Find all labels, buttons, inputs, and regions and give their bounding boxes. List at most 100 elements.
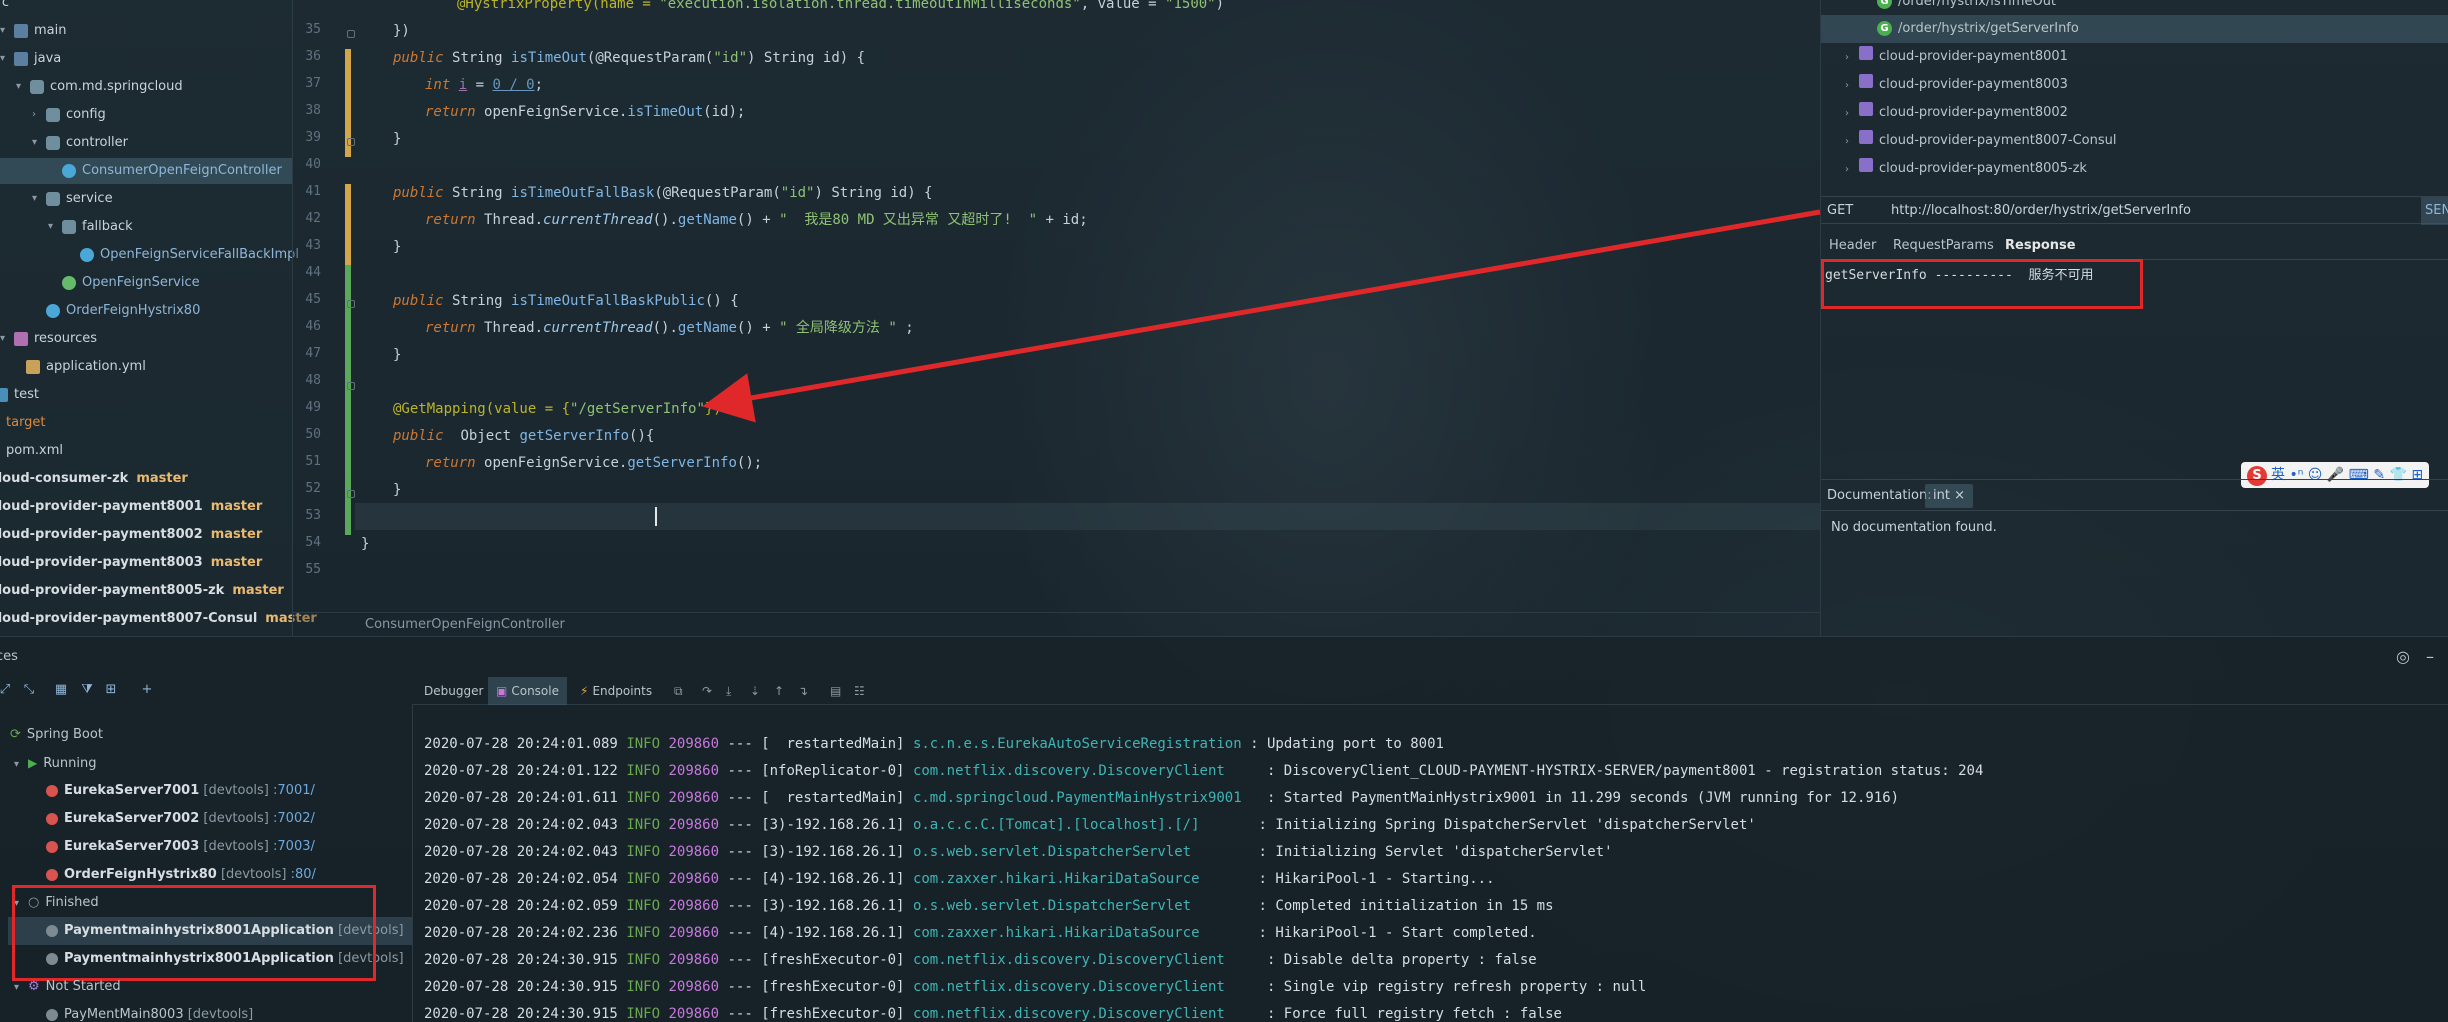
tree-item-pom[interactable]: pom.xml <box>0 438 63 464</box>
tab-header[interactable]: Header <box>1829 232 1876 260</box>
code-line-39: return openFeignService.isTimeOut(id); <box>425 104 746 120</box>
service-item-not-started[interactable]: PayMentMain8003 [devtools] <box>46 1001 253 1022</box>
step-out-icon[interactable]: ↑ <box>774 677 784 705</box>
fold-icon[interactable] <box>347 382 355 390</box>
tree-item-fallback-impl[interactable]: OpenFeignServiceFallBackImpl <box>80 242 299 268</box>
breadcrumb[interactable]: ConsumerOpenFeignController <box>293 612 1821 636</box>
group-running[interactable]: ▾ ▶ Running <box>14 749 97 777</box>
collapse-all-icon[interactable]: ⤡ <box>22 683 36 697</box>
tree-module[interactable]: cloud-provider-payment8003 master <box>0 550 262 576</box>
chevron-right-icon: › <box>1845 52 1849 63</box>
tab-debugger[interactable]: Debugger <box>424 677 483 705</box>
minimize-icon[interactable]: – <box>2426 637 2434 677</box>
tree-item-src[interactable]: src <box>0 0 9 16</box>
fold-icon[interactable] <box>347 30 355 38</box>
tab-endpoints[interactable]: ⚡ Endpoints <box>580 677 652 705</box>
send-button[interactable]: SEN <box>2421 197 2448 225</box>
http-module-item[interactable]: › cloud-provider-payment8002 <box>1821 99 2448 127</box>
tree-item-controller[interactable]: ▾ controller <box>32 130 128 156</box>
tab-response[interactable]: Response <box>2005 232 2076 260</box>
debug-bug-icon <box>46 840 58 853</box>
git-branch: master <box>232 583 284 598</box>
http-client-panel: G/order/hystrix/isTimeOut G/order/hystri… <box>1820 0 2448 636</box>
http-module-item[interactable]: › cloud-provider-payment8005-zk <box>1821 155 2448 183</box>
line-number: 49 <box>305 400 321 415</box>
line-number: 55 <box>305 562 321 577</box>
endpoint-item-selected[interactable]: G/order/hystrix/getServerInfo <box>1821 15 2448 43</box>
panel-divider[interactable] <box>412 705 413 1022</box>
console-tabs: Debugger ▣ Console ⚡ Endpoints ⧉ ↷ ⤓ ⇣ ↑ ↴… <box>412 677 2448 705</box>
code-line-48: } <box>393 347 402 363</box>
tab-console[interactable]: ▣ Console <box>488 677 567 705</box>
url-input[interactable]: http://localhost:80/order/hystrix/getSer… <box>1891 197 2191 225</box>
line-number: 42 <box>305 211 321 226</box>
fold-icon[interactable] <box>347 138 355 146</box>
services-root[interactable]: ⟳ Spring Boot <box>10 721 103 749</box>
group-not-started[interactable]: ▾ ⚙ Not Started <box>14 973 121 1001</box>
close-icon[interactable]: × <box>1954 488 1965 503</box>
step-into-icon[interactable]: ⤓ <box>726 677 731 705</box>
tree-item-java[interactable]: ▾ java <box>0 46 61 72</box>
endpoint-item[interactable]: G/order/hystrix/isTimeOut <box>1821 0 2448 16</box>
log-line: 2020-07-28 20:24:02.059 INFO 209860 --- … <box>424 898 1554 914</box>
tree-item-main-class[interactable]: OrderFeignHystrix80 <box>46 298 200 324</box>
code-editor[interactable]: 35 36 37 38 39 40 41 42 43 44 45 46 47 4… <box>292 0 1821 636</box>
add-service-icon[interactable]: + <box>140 683 154 697</box>
http-module-item[interactable]: › cloud-provider-payment8001 <box>1821 43 2448 71</box>
settings-icon[interactable]: ◎ <box>2396 637 2410 677</box>
tree-module[interactable]: cloud-provider-payment8001 master <box>0 494 262 520</box>
http-module-item[interactable]: › cloud-provider-payment8003 <box>1821 71 2448 99</box>
expand-all-icon[interactable]: ⤢ <box>0 683 12 697</box>
tree-module[interactable]: cloud-provider-payment8002 master <box>0 522 262 548</box>
group-by-icon[interactable]: ▦ <box>54 683 68 697</box>
tree-item-application-yml[interactable]: application.yml <box>26 354 146 380</box>
code-line-47: return Thread.currentThread().getName() … <box>425 320 914 336</box>
force-step-into-icon[interactable]: ⇣ <box>750 677 760 705</box>
http-module-item[interactable]: › cloud-provider-payment8007-Consul <box>1821 127 2448 155</box>
documentation-body: No documentation found. <box>1831 520 1997 535</box>
service-item[interactable]: EurekaServer7001 [devtools] :7001/ <box>46 777 315 805</box>
evaluate-icon[interactable]: ▤ <box>830 677 841 705</box>
documentation-tab[interactable]: int × <box>1925 484 1973 508</box>
tree-item-main[interactable]: ▾ main <box>0 18 66 44</box>
code-line-36: }) <box>393 23 410 39</box>
tab-request-params[interactable]: RequestParams <box>1893 232 1994 260</box>
tree-item-package[interactable]: ▾ com.md.springcloud <box>16 74 183 100</box>
filter-icon[interactable]: ⧩ <box>80 683 94 697</box>
tree-module[interactable]: cloud-consumer-zk master <box>0 466 188 492</box>
code-line-35: @HystrixProperty(name = "execution.isola… <box>457 0 1225 12</box>
layout-icon[interactable]: ⊞ <box>104 683 118 697</box>
trace-icon[interactable]: ☷ <box>854 677 865 705</box>
tree-item-resources[interactable]: ▾ resources <box>0 326 97 352</box>
line-number: 40 <box>305 157 321 172</box>
log-line: 2020-07-28 20:24:30.915 INFO 209860 --- … <box>424 1006 1562 1022</box>
highlight-box-response <box>1821 259 2143 309</box>
service-item[interactable]: EurekaServer7003 [devtools] :7003/ <box>46 833 315 861</box>
tree-item-config[interactable]: › config <box>32 102 106 128</box>
service-item[interactable]: EurekaServer7002 [devtools] :7002/ <box>46 805 315 833</box>
tree-item-service[interactable]: ▾ service <box>32 186 113 212</box>
chevron-down-icon: ▾ <box>16 81 22 92</box>
restore-layout-icon[interactable]: ⧉ <box>674 677 683 705</box>
step-over-icon[interactable]: ↷ <box>702 677 712 705</box>
tree-item-target[interactable]: target <box>0 410 46 436</box>
tree-item-consumer-controller[interactable]: ConsumerOpenFeignController <box>0 158 292 184</box>
run-to-cursor-icon[interactable]: ↴ <box>798 677 808 705</box>
highlight-box-finished <box>12 885 376 981</box>
chevron-down-icon: ▾ <box>32 193 38 204</box>
code-line-53: } <box>393 482 402 498</box>
git-branch: master <box>210 499 263 514</box>
tree-item-test[interactable]: test <box>0 382 39 408</box>
http-method-select[interactable]: GET <box>1827 197 1853 225</box>
tree-item-fallback[interactable]: ▾ fallback <box>48 214 133 240</box>
log-line: 2020-07-28 20:24:01.122 INFO 209860 --- … <box>424 763 1984 779</box>
fold-icon[interactable] <box>347 490 355 498</box>
tree-item-openfeign-service[interactable]: OpenFeignService <box>62 270 200 296</box>
code-line-44: } <box>393 239 402 255</box>
fold-icon[interactable] <box>347 300 355 308</box>
code-line-55: } <box>361 536 370 552</box>
log-line: 2020-07-28 20:24:30.915 INFO 209860 --- … <box>424 952 1537 968</box>
tree-module[interactable]: cloud-provider-payment8007-Consul master <box>0 606 317 632</box>
tree-module[interactable]: cloud-provider-payment8005-zk master <box>0 578 284 604</box>
get-method-icon: G <box>1877 21 1892 36</box>
